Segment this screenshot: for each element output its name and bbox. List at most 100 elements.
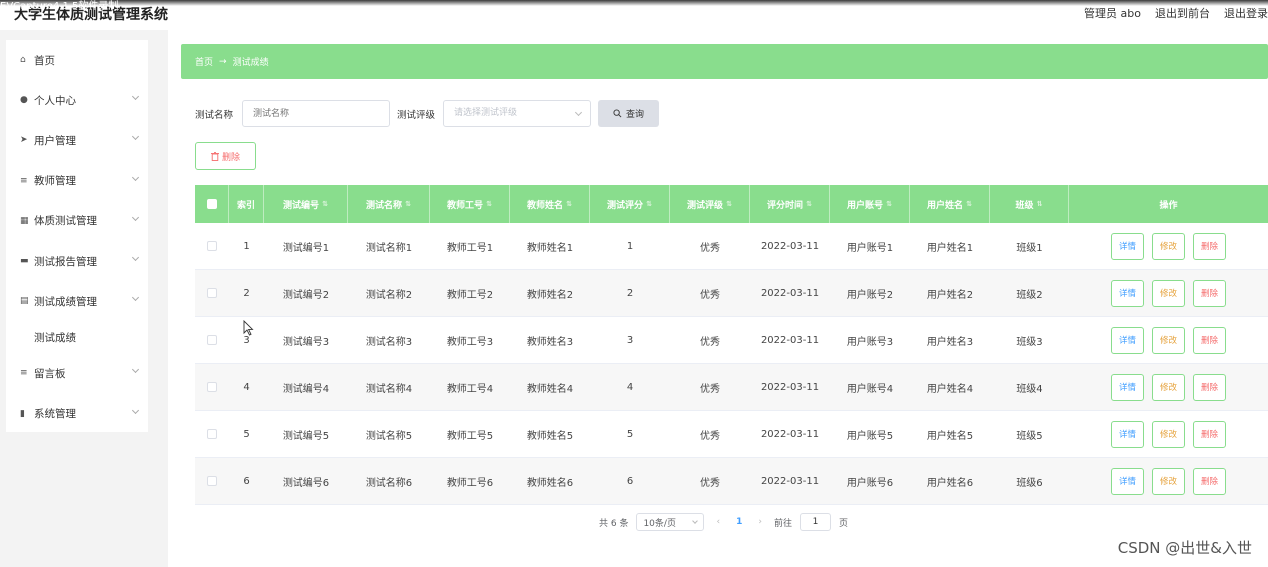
page-size-select[interactable]: 10条/页: [636, 513, 705, 531]
sidebar-item-label: 测试报告管理: [34, 255, 97, 268]
header-test-score[interactable]: 测试评分 ⇅: [590, 185, 670, 223]
cell-index: 4: [243, 381, 250, 393]
breadcrumb: 首页 → 测试成绩: [181, 44, 1268, 79]
query-button-label: 查询: [625, 110, 644, 120]
chevron-down-icon: [692, 518, 699, 524]
header-user-name[interactable]: 用户姓名 ⇅: [910, 185, 990, 223]
goto-page-input[interactable]: 1: [799, 513, 831, 531]
delete-button[interactable]: 删除: [1193, 232, 1226, 260]
cell-test-number: 测试编号2: [282, 289, 330, 301]
next-page-icon[interactable]: ›: [754, 517, 766, 527]
table-row: 3 测试编号3 测试名称3 教师工号3 教师姓名3 3 优秀 2022-03-11 用户账号3 用…: [195, 317, 1268, 364]
sidebar-item-users[interactable]: ➤ 用户管理: [6, 120, 148, 160]
breadcrumb-home[interactable]: 首页: [195, 55, 213, 68]
header-user-account[interactable]: 用户账号 ⇅: [830, 185, 910, 223]
detail-button[interactable]: 详情: [1111, 279, 1144, 307]
chevron-down-icon: [131, 133, 140, 141]
edit-button[interactable]: 修改: [1152, 326, 1185, 354]
row-checkbox[interactable]: [207, 476, 217, 486]
row-checkbox[interactable]: [207, 382, 217, 392]
sidebar-item-test-report[interactable]: ▬ 测试报告管理: [6, 241, 148, 281]
logout-link[interactable]: 退出登录: [1224, 5, 1268, 21]
cell-score-time: 2022-03-11: [760, 381, 820, 393]
detail-button[interactable]: 详情: [1111, 420, 1144, 448]
cell-test-number: 测试编号1: [282, 242, 330, 254]
delete-button[interactable]: 删除: [1193, 373, 1226, 401]
batch-delete-button[interactable]: 删除: [195, 142, 256, 170]
cell-teacher-id: 教师工号6: [446, 477, 494, 489]
home-icon: ⌂: [20, 55, 26, 66]
sidebar-item-message-board[interactable]: ≡ 留言板: [6, 353, 148, 393]
detail-button[interactable]: 详情: [1111, 373, 1144, 401]
row-checkbox[interactable]: [207, 241, 217, 251]
delete-button[interactable]: 删除: [1193, 326, 1226, 354]
cell-teacher-name: 教师姓名5: [526, 430, 574, 442]
sort-icon: ⇅: [806, 200, 812, 208]
cell-test-name: 测试名称3: [365, 336, 413, 348]
edit-button[interactable]: 修改: [1152, 373, 1185, 401]
capture-label: EVCapture4.1.5软件录制: [0, 1, 119, 12]
cell-test-number: 测试编号5: [282, 430, 330, 442]
total-count: 共 6 条: [599, 518, 629, 529]
test-grade-select[interactable]: 请选择测试评级: [443, 100, 591, 127]
detail-button[interactable]: 详情: [1111, 232, 1144, 260]
sort-icon: ⇅: [566, 200, 572, 208]
sidebar-menu: ⌂ 首页 ● 个人中心 ➤ 用户管理 ≡ 教师管理 ▦ 体质测试管理 ▬ 测试报…: [6, 40, 148, 432]
sidebar-item-system[interactable]: ▮ 系统管理: [6, 394, 148, 434]
header-test-number[interactable]: 测试编号 ⇅: [264, 185, 348, 223]
detail-button[interactable]: 详情: [1111, 467, 1144, 495]
sidebar-item-physical-test[interactable]: ▦ 体质测试管理: [6, 201, 148, 241]
cell-score-time: 2022-03-11: [760, 334, 820, 346]
header-teacher-id[interactable]: 教师工号 ⇅: [430, 185, 510, 223]
cell-teacher-id: 教师工号3: [446, 336, 494, 348]
cell-test-score: 5: [626, 428, 634, 440]
delete-button[interactable]: 删除: [1193, 420, 1226, 448]
sidebar-item-label: 体质测试管理: [34, 215, 97, 228]
select-all-checkbox[interactable]: [206, 199, 217, 209]
table-header: 索引 测试编号 ⇅ 测试名称 ⇅ 教师工号 ⇅ 教师姓名 ⇅ 测试评分 ⇅ 测试评级 ⇅ 评…: [195, 185, 1268, 223]
sidebar-item-home[interactable]: ⌂ 首页: [6, 40, 148, 80]
delete-button[interactable]: 删除: [1193, 279, 1226, 307]
back-to-front-link[interactable]: 退出到前台: [1155, 5, 1210, 21]
delete-button[interactable]: 删除: [1193, 467, 1226, 495]
sidebar-item-test-score[interactable]: ▤ 测试成绩管理: [6, 281, 148, 321]
page-size-value: 10条/页: [643, 518, 676, 529]
sidebar-item-personal[interactable]: ● 个人中心: [6, 80, 148, 120]
prev-page-icon[interactable]: ‹: [712, 517, 724, 527]
cell-user-account: 用户账号6: [846, 477, 894, 489]
chevron-down-icon: [131, 294, 140, 302]
detail-button[interactable]: 详情: [1111, 326, 1144, 354]
row-select-cell: [195, 364, 229, 410]
sort-icon: ⇅: [646, 200, 652, 208]
header-test-grade[interactable]: 测试评级 ⇅: [670, 185, 750, 223]
cell-user-account: 用户账号5: [846, 430, 894, 442]
row-select-cell: [195, 458, 229, 504]
sidebar-item-label: 用户管理: [34, 134, 76, 147]
cell-score-time: 2022-03-11: [760, 287, 820, 299]
edit-button[interactable]: 修改: [1152, 420, 1185, 448]
header-class[interactable]: 班级 ⇅: [990, 185, 1069, 223]
row-checkbox[interactable]: [207, 429, 217, 439]
cell-class: 班级2: [1016, 289, 1043, 301]
edit-button[interactable]: 修改: [1152, 232, 1185, 260]
admin-label: 管理员 abo: [1084, 7, 1141, 20]
header-score-time[interactable]: 评分时间 ⇅: [750, 185, 830, 223]
header-label: 操作: [1159, 200, 1178, 211]
sidebar-subitem-test-score[interactable]: 测试成绩: [6, 321, 148, 353]
sidebar-item-teachers[interactable]: ≡ 教师管理: [6, 161, 148, 201]
cell-class: 班级1: [1016, 242, 1043, 254]
row-select-cell: [195, 411, 229, 457]
row-checkbox[interactable]: [207, 335, 217, 345]
query-button[interactable]: 查询: [598, 100, 659, 127]
edit-button[interactable]: 修改: [1152, 467, 1185, 495]
cell-test-grade: 优秀: [700, 336, 720, 348]
header-teacher-name[interactable]: 教师姓名 ⇅: [510, 185, 590, 223]
edit-button[interactable]: 修改: [1152, 279, 1185, 307]
cell-test-number: 测试编号4: [282, 383, 330, 395]
page-number[interactable]: 1: [732, 517, 746, 527]
cell-test-name: 测试名称5: [365, 430, 413, 442]
header-test-name[interactable]: 测试名称 ⇅: [348, 185, 430, 223]
test-name-input[interactable]: [242, 100, 390, 127]
sort-icon: ⇅: [486, 200, 492, 208]
row-checkbox[interactable]: [207, 288, 217, 298]
